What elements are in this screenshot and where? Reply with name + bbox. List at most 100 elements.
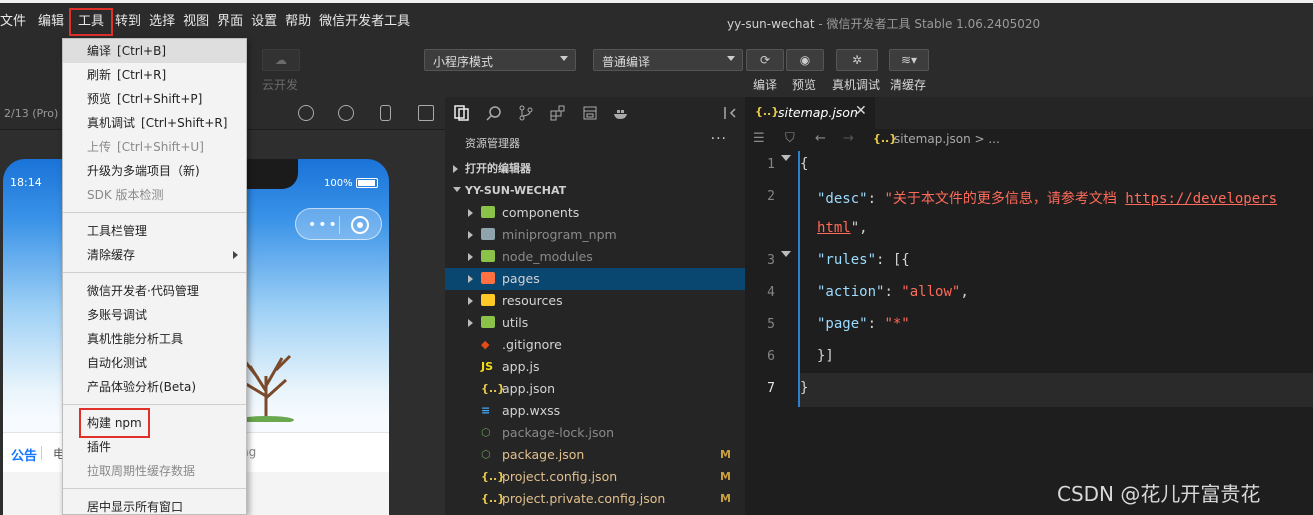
phone-icon[interactable] bbox=[380, 105, 391, 121]
menu-file[interactable]: 文件 bbox=[0, 13, 30, 31]
folder-item[interactable]: pages bbox=[445, 268, 745, 290]
chevron-down-icon bbox=[453, 187, 461, 192]
cloud-dev-button[interactable]: ☁ bbox=[262, 49, 300, 71]
stop-icon[interactable] bbox=[338, 105, 354, 121]
menu-settings[interactable]: 设置 bbox=[247, 13, 281, 31]
file-item[interactable]: {..} project.private.config.json M bbox=[445, 488, 745, 510]
more-icon[interactable]: ••• bbox=[308, 218, 339, 232]
compile-button[interactable]: ⟳ bbox=[746, 49, 784, 71]
file-item[interactable]: JS app.js bbox=[445, 356, 745, 378]
preview-button[interactable]: ◉ bbox=[786, 49, 824, 71]
search-icon[interactable] bbox=[486, 105, 502, 121]
folder-item[interactable]: components bbox=[445, 202, 745, 224]
folder-item[interactable]: utils bbox=[445, 312, 745, 334]
menu-edit[interactable]: 编辑 bbox=[34, 13, 68, 31]
tools-menu-item[interactable]: 自动化测试 bbox=[63, 351, 246, 375]
line-number: 7 bbox=[767, 381, 775, 396]
compile-mode-select[interactable]: 普通编译 bbox=[593, 49, 743, 71]
bookmark-icon[interactable]: ⛉ bbox=[785, 131, 795, 146]
code-token: "*" bbox=[884, 316, 910, 332]
menu-goto[interactable]: 转到 bbox=[111, 13, 145, 31]
close-icon[interactable]: ✕ bbox=[855, 103, 867, 119]
more-actions-icon[interactable]: ··· bbox=[711, 131, 727, 147]
tab-sitemap-json[interactable]: {..} sitemap.json ✕ bbox=[745, 97, 875, 129]
code-line: }] bbox=[817, 348, 834, 364]
back-arrow-icon[interactable]: ← bbox=[815, 131, 826, 146]
tools-menu-item[interactable]: 构建 npm bbox=[63, 408, 246, 438]
project-section[interactable]: YY-SUN-WECHAT bbox=[445, 180, 745, 202]
folder-item[interactable]: node_modules bbox=[445, 246, 745, 268]
tools-menu-item[interactable]: 工具栏管理 bbox=[63, 219, 246, 243]
menu-tools[interactable]: 工具 bbox=[69, 8, 114, 36]
code-token: "关于本文件的更多信息，请参考文档 bbox=[884, 191, 1126, 207]
fold-chevron-icon[interactable] bbox=[781, 251, 791, 257]
file-item[interactable]: {..} project.config.json M bbox=[445, 466, 745, 488]
code-token: : [{ bbox=[876, 252, 910, 268]
tools-menu-item[interactable]: 编译 [Ctrl+B] bbox=[63, 39, 246, 63]
menu-help[interactable]: 帮助 bbox=[281, 13, 315, 31]
git-status-badge: M bbox=[720, 470, 731, 483]
code-token: : bbox=[867, 191, 885, 207]
folder-item[interactable]: miniprogram_npm bbox=[445, 224, 745, 246]
tools-menu-shortcut: [Ctrl+Shift+R] bbox=[141, 116, 228, 130]
tools-menu-item[interactable]: 微信开发者·代码管理 bbox=[63, 279, 246, 303]
code-link[interactable]: https://developers bbox=[1125, 191, 1277, 207]
miniprogram-capsule[interactable]: ••• bbox=[295, 208, 382, 240]
window-title: yy-sun-wechat - 微信开发者工具 Stable 1.06.2405… bbox=[727, 15, 1040, 32]
tools-menu-item-label: 自动化测试 bbox=[87, 356, 148, 370]
window-title-app: - 微信开发者工具 Stable 1.06.2405020 bbox=[814, 17, 1041, 31]
tools-menu-item[interactable]: 真机性能分析工具 bbox=[63, 327, 246, 351]
code-token: { bbox=[800, 156, 809, 172]
collapse-panel-icon[interactable] bbox=[722, 105, 738, 121]
file-item[interactable]: ≡ app.wxss bbox=[445, 400, 745, 422]
tools-menu-item[interactable]: 多账号调试 bbox=[63, 303, 246, 327]
tools-menu-item[interactable]: 产品体验分析(Beta) bbox=[63, 375, 246, 399]
list-icon[interactable]: ☰ bbox=[753, 131, 765, 146]
file-item[interactable]: ◆ .gitignore bbox=[445, 334, 745, 356]
menu-interface[interactable]: 界面 bbox=[213, 13, 247, 31]
code-token: "allow" bbox=[901, 284, 961, 300]
storage-icon[interactable] bbox=[582, 105, 598, 121]
menu-separator bbox=[63, 488, 246, 489]
menu-view[interactable]: 视图 bbox=[179, 13, 213, 31]
rotate-icon[interactable] bbox=[298, 105, 314, 121]
tools-menu-item-label: 构建 npm bbox=[79, 408, 150, 438]
extensions-icon[interactable] bbox=[550, 105, 566, 121]
tools-menu-item[interactable]: 刷新 [Ctrl+R] bbox=[63, 63, 246, 87]
window-icon[interactable] bbox=[418, 105, 434, 121]
tree-item-label: project.private.config.json bbox=[502, 491, 666, 506]
menu-wechat-devtools[interactable]: 微信开发者工具 bbox=[315, 13, 414, 31]
line-number: 6 bbox=[767, 349, 775, 364]
file-item[interactable]: ⬡ package.json M bbox=[445, 444, 745, 466]
tab-label: sitemap.json bbox=[778, 105, 858, 120]
folder-icon bbox=[481, 206, 495, 218]
tools-menu-item[interactable]: 插件 bbox=[63, 435, 246, 459]
mode-select[interactable]: 小程序模式 bbox=[424, 49, 576, 71]
code-editor[interactable]: 1 2 3 4 5 6 7 { "desc": "关于本文件的更多信息，请参考文… bbox=[745, 151, 1313, 515]
tools-menu-item[interactable]: 预览 [Ctrl+Shift+P] bbox=[63, 87, 246, 111]
forward-arrow-icon[interactable]: → bbox=[843, 131, 854, 146]
docker-icon[interactable] bbox=[613, 105, 629, 121]
close-miniprogram-icon[interactable] bbox=[351, 216, 369, 234]
breadcrumb-path[interactable]: sitemap.json > ... bbox=[894, 132, 1000, 146]
file-item[interactable]: ⬡ package-lock.json bbox=[445, 422, 745, 444]
explorer-icon[interactable] bbox=[454, 105, 470, 121]
tools-menu-item[interactable]: 居中显示所有窗口 bbox=[63, 495, 246, 515]
phone-time: 18:14 bbox=[10, 176, 42, 189]
folder-item[interactable]: resources bbox=[445, 290, 745, 312]
real-debug-button[interactable]: ✲ bbox=[836, 49, 878, 71]
folder-icon bbox=[481, 316, 495, 328]
tools-menu-item[interactable]: 真机调试 [Ctrl+Shift+R] bbox=[63, 111, 246, 135]
tools-menu-item[interactable]: 清除缓存 bbox=[63, 243, 246, 267]
fold-chevron-icon[interactable] bbox=[781, 155, 791, 161]
tools-menu-item[interactable]: 升级为多端项目（新) bbox=[63, 159, 246, 183]
menu-select[interactable]: 选择 bbox=[145, 13, 179, 31]
tools-menu-item-label: 微信开发者·代码管理 bbox=[87, 284, 199, 298]
open-editors-section[interactable]: 打开的编辑器 bbox=[445, 158, 745, 180]
explorer-panel: 资源管理器 ··· 打开的编辑器 YY-SUN-WECHAT component… bbox=[445, 129, 745, 515]
clear-cache-button[interactable]: ≋▾ bbox=[889, 49, 929, 71]
code-token: "rules" bbox=[817, 252, 877, 268]
source-control-icon[interactable] bbox=[518, 105, 534, 121]
file-item[interactable]: {..} app.json bbox=[445, 378, 745, 400]
code-link[interactable]: html bbox=[817, 220, 851, 236]
